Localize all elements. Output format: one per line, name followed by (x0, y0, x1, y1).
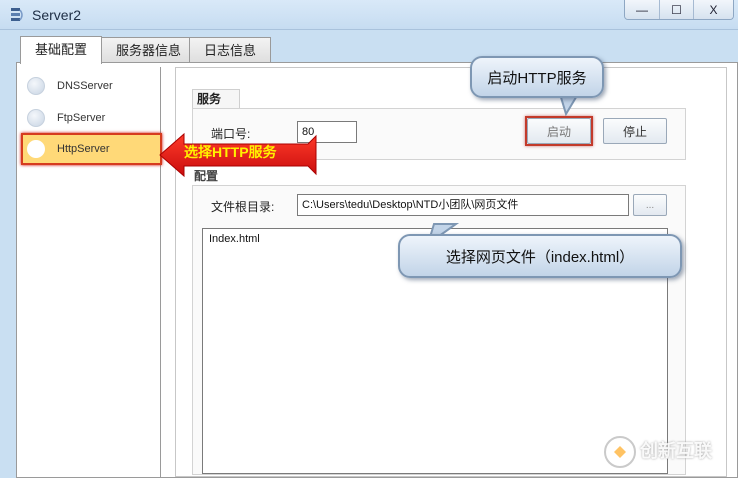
status-dot-icon (27, 77, 45, 95)
window-title: Server2 (32, 7, 82, 23)
server-item-label: HttpServer (57, 143, 110, 155)
title-bar: Server2 — ☐ X (0, 0, 738, 30)
start-http-callout: 启动HTTP服务 (470, 56, 604, 98)
start-button-highlight (525, 116, 593, 146)
file-list-item[interactable]: Index.html (209, 233, 260, 245)
status-dot-icon (27, 109, 45, 127)
tab-basic-config[interactable]: 基础配置 (20, 36, 103, 64)
maximize-button[interactable]: ☐ (659, 0, 693, 19)
watermark-text: 创新互联 (640, 441, 712, 461)
root-dir-input[interactable]: C:\Users\tedu\Desktop\NTD小团队\网页文件 (297, 194, 629, 216)
root-dir-label: 文件根目录: (211, 200, 275, 214)
tab-log-info[interactable]: 日志信息 (189, 37, 272, 63)
server-app-icon (11, 8, 23, 21)
tab-server-info[interactable]: 服务器信息 (101, 37, 197, 63)
server-item-label: FtpServer (57, 112, 106, 124)
server-item-ftp[interactable]: FtpServer (23, 103, 163, 133)
stop-button[interactable]: 停止 (603, 118, 667, 144)
server-list: DNSServer FtpServer HttpServer (21, 67, 163, 477)
close-button[interactable]: X (693, 0, 733, 19)
status-dot-icon (27, 140, 45, 158)
window-controls: — ☐ X (624, 0, 734, 20)
service-group-title: 服务 (192, 89, 240, 109)
server-item-label: DNSServer (57, 80, 113, 92)
server-item-http[interactable]: HttpServer (21, 133, 162, 165)
browse-button[interactable]: ... (633, 194, 667, 216)
select-file-callout: 选择网页文件（index.html） (398, 234, 682, 278)
select-http-annotation: 选择HTTP服务 (184, 144, 277, 160)
server-item-dns[interactable]: DNSServer (23, 71, 163, 101)
minimize-button[interactable]: — (625, 0, 659, 19)
